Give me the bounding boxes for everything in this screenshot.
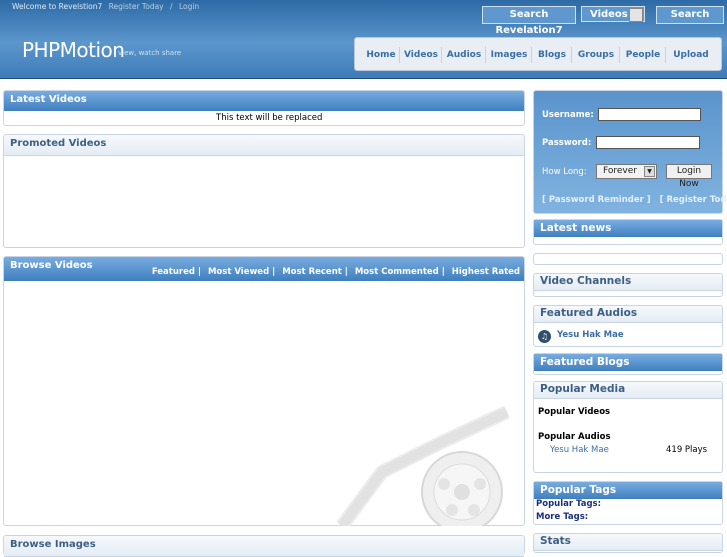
browse-videos-bar: Browse Videos Featured | Most Viewed | M… — [4, 257, 524, 281]
latest-videos-placeholder: This text will be replaced — [216, 113, 323, 123]
more-tags-label: More Tags: — [536, 512, 589, 522]
howlong-select[interactable]: Forever ▼ — [596, 164, 657, 179]
site-logo[interactable]: PHPMotion — [22, 38, 125, 62]
popular-media-title: Popular Media — [540, 383, 626, 395]
popular-media-bar: Popular Media — [534, 382, 722, 399]
nav-upload[interactable]: Upload — [667, 47, 715, 63]
login-box: Username: Password: How Long: Forever ▼ … — [533, 90, 727, 214]
popular-tags-bar: Popular Tags — [534, 482, 722, 499]
nav-images[interactable]: Images — [487, 47, 532, 63]
stats-bar: Stats — [534, 534, 722, 551]
tab-most-recent[interactable]: Most Recent | — [282, 267, 348, 277]
popular-audio-plays: 419 Plays — [666, 445, 708, 455]
howlong-value: Forever — [603, 166, 637, 176]
promoted-videos-title: Promoted Videos — [10, 138, 107, 149]
popular-videos-heading: Popular Videos — [538, 407, 611, 417]
browse-images-panel: Browse Images — [3, 535, 525, 557]
nav-groups[interactable]: Groups — [573, 47, 620, 63]
latest-videos-panel: Latest Videos This text will be replaced — [3, 90, 525, 126]
register-link[interactable]: Register Today — [109, 2, 164, 11]
popular-tags-panel: Popular Tags Popular Tags: More Tags: — [533, 481, 723, 525]
video-channels-panel: Video Channels — [533, 273, 723, 297]
tab-most-viewed[interactable]: Most Viewed | — [208, 267, 275, 277]
chevron-down-icon[interactable] — [629, 8, 643, 22]
featured-audios-bar: Featured Audios — [534, 306, 722, 323]
tab-featured[interactable]: Featured | — [152, 267, 201, 277]
register-today-link[interactable]: [ Register Today ] — [660, 195, 727, 205]
welcome-bar: Welcome to Revelstion7 Register Today / … — [12, 2, 203, 11]
search-type-select[interactable]: Videos — [581, 6, 645, 22]
search-button[interactable]: Search — [656, 6, 724, 24]
promoted-videos-bar: Promoted Videos — [4, 135, 524, 156]
browse-videos-tabs: Featured | Most Viewed | Most Recent | M… — [148, 267, 520, 277]
password-reminder-link[interactable]: [ Password Reminder ] — [542, 195, 651, 205]
latest-videos-bar: Latest Videos — [4, 91, 524, 111]
stats-title: Stats — [540, 535, 571, 547]
nav-audios[interactable]: Audios — [443, 47, 486, 63]
nav-people[interactable]: People — [621, 47, 666, 63]
featured-audio-item[interactable]: Yesu Hak Mae — [557, 330, 624, 340]
username-input[interactable] — [598, 108, 701, 121]
search-label: Search Revelation7 — [482, 6, 576, 36]
nav-blogs[interactable]: Blogs — [533, 47, 572, 63]
browse-images-bar: Browse Images — [4, 536, 524, 557]
login-link[interactable]: Login — [179, 2, 199, 11]
featured-blogs-bar: Featured Blogs — [534, 354, 722, 371]
site-header: Welcome to Revelstion7 Register Today / … — [0, 0, 727, 79]
popular-audios-heading: Popular Audios — [538, 432, 611, 442]
latest-news-bar: Latest news — [534, 220, 722, 237]
latest-news-title: Latest news — [540, 222, 612, 234]
featured-blogs-title: Featured Blogs — [540, 356, 630, 368]
video-channels-title: Video Channels — [540, 275, 632, 287]
featured-blogs-panel: Featured Blogs — [533, 353, 723, 375]
featured-audios-title: Featured Audios — [540, 307, 638, 319]
search-type-value: Videos — [590, 9, 628, 20]
nav-videos[interactable]: Videos — [401, 47, 442, 63]
stats-panel: Stats — [533, 533, 723, 553]
news-content-box — [533, 253, 723, 265]
password-label: Password: — [542, 138, 592, 148]
tab-highest-rated[interactable]: Highest Rated — [452, 267, 520, 277]
main-nav: Home Videos Audios Images Blogs Groups P… — [354, 37, 722, 71]
featured-audios-panel: Featured Audios ♫ Yesu Hak Mae — [533, 305, 723, 347]
latest-videos-title: Latest Videos — [10, 94, 87, 105]
popular-audio-item[interactable]: Yesu Hak Mae — [550, 445, 609, 455]
browse-videos-title: Browse Videos — [10, 260, 93, 271]
latest-news-panel: Latest news — [533, 219, 723, 245]
nav-home[interactable]: Home — [363, 47, 400, 63]
password-input[interactable] — [596, 136, 700, 149]
popular-tags-title: Popular Tags — [540, 484, 617, 496]
welcome-text: Welcome to Revelstion7 — [12, 2, 103, 11]
login-links: [ Password Reminder ] [ Register Today ] — [542, 195, 727, 205]
howlong-label: How Long: — [542, 167, 587, 177]
separator: / — [170, 2, 173, 11]
video-channels-bar: Video Channels — [534, 274, 722, 291]
login-button[interactable]: Login Now — [666, 164, 712, 189]
promoted-videos-panel: Promoted Videos — [3, 134, 525, 248]
popular-media-panel: Popular Media Popular Videos Popular Aud… — [533, 381, 723, 473]
film-reel-decoration — [322, 402, 522, 526]
music-note-icon: ♫ — [538, 330, 551, 343]
chevron-down-icon[interactable]: ▼ — [644, 166, 655, 177]
tab-most-commented[interactable]: Most Commented | — [355, 267, 445, 277]
popular-tags-label: Popular Tags: — [536, 499, 601, 509]
username-label: Username: — [542, 110, 594, 120]
site-tagline: view, watch share — [118, 49, 182, 57]
